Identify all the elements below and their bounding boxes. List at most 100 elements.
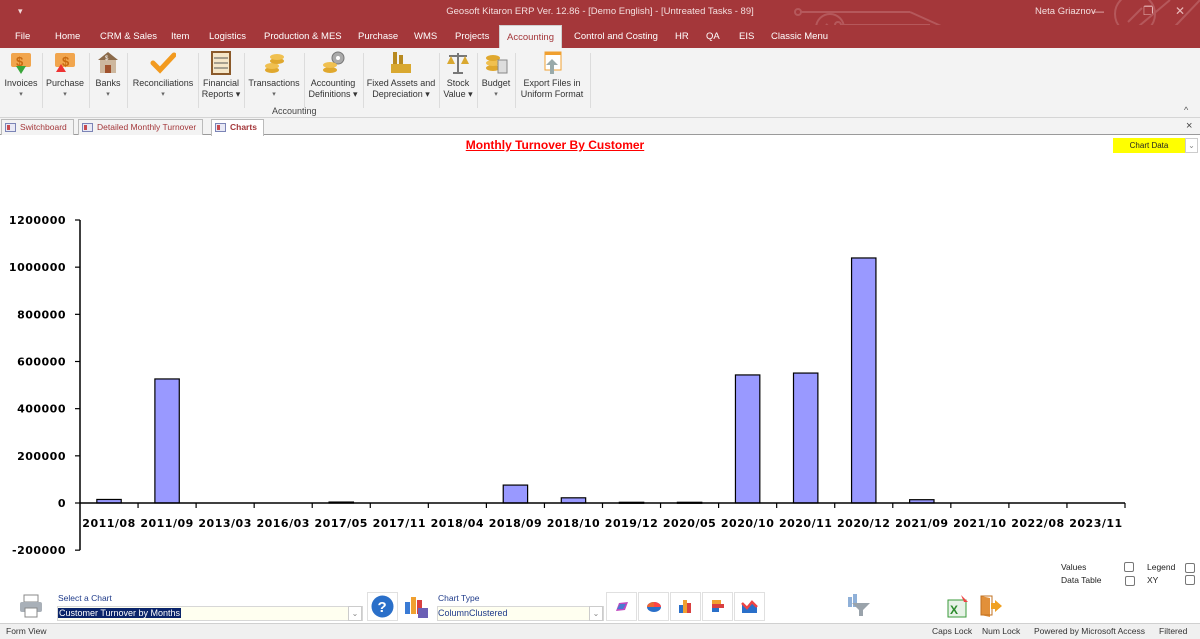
menu-production-mes[interactable]: Production & MES bbox=[264, 25, 342, 48]
y-tick-label: 600000 bbox=[17, 356, 66, 369]
x-tick-label: 2018/09 bbox=[489, 517, 542, 530]
ribbon-separator bbox=[515, 53, 516, 108]
x-tick-label: 2022/08 bbox=[1011, 517, 1064, 530]
y-tick-label: 200000 bbox=[17, 450, 66, 463]
menu-accounting[interactable]: Accounting bbox=[499, 25, 563, 48]
status-caps-lock: Caps Lock bbox=[932, 626, 973, 636]
pie-chart-icon bbox=[647, 602, 661, 612]
menu-classic-menu[interactable]: Classic Menu bbox=[771, 25, 828, 48]
chart-type-column-button[interactable] bbox=[670, 592, 701, 621]
menu-eis[interactable]: EIS bbox=[739, 25, 754, 48]
x-tick-label: 2018/04 bbox=[431, 517, 484, 530]
collapse-ribbon-icon[interactable]: ^ bbox=[1184, 105, 1188, 115]
tab-detailed-monthly-turnover[interactable]: Detailed Monthly Turnover bbox=[78, 119, 204, 135]
select-chart-combo[interactable]: Customer Turnover by Months ⌄ bbox=[57, 606, 363, 621]
help-button[interactable]: ? bbox=[367, 592, 398, 621]
excel-icon: X bbox=[947, 595, 968, 618]
tab-switchboard[interactable]: Switchboard bbox=[1, 119, 74, 135]
menu-control-costing[interactable]: Control and Costing bbox=[574, 25, 658, 48]
x-tick-label: 2020/11 bbox=[779, 517, 832, 530]
chart-data-select[interactable]: Chart Data bbox=[1113, 138, 1185, 153]
reconciliations-button[interactable]: Reconciliations ▾ bbox=[130, 50, 196, 100]
y-tick-label: 1200000 bbox=[9, 214, 66, 227]
svg-text:X: X bbox=[950, 603, 958, 617]
svg-text:$: $ bbox=[62, 54, 70, 69]
x-tick-label: 2021/09 bbox=[895, 517, 948, 530]
x-tick-label: 2016/03 bbox=[256, 517, 309, 530]
accounting-definitions-button[interactable]: Accounting Definitions ▾ bbox=[307, 50, 359, 100]
banks-button[interactable]: $ Banks ▾ bbox=[92, 50, 124, 100]
menu-purchase[interactable]: Purchase bbox=[358, 25, 398, 48]
data-table-checkbox[interactable] bbox=[1125, 576, 1135, 586]
tab-charts[interactable]: Charts bbox=[211, 119, 264, 136]
form-icon bbox=[215, 123, 226, 132]
values-label: Values bbox=[1061, 562, 1087, 572]
menu-home[interactable]: Home bbox=[55, 25, 80, 48]
factory-icon bbox=[388, 50, 414, 76]
legend-checkbox[interactable] bbox=[1185, 563, 1195, 573]
svg-text:?: ? bbox=[378, 599, 387, 616]
financial-reports-button[interactable]: Financial Reports ▾ bbox=[201, 50, 241, 100]
values-checkbox[interactable] bbox=[1124, 562, 1134, 572]
ribbon-separator bbox=[42, 53, 43, 108]
export-files-button[interactable]: Export Files in Uniform Format bbox=[518, 50, 586, 100]
bar-chart-icon bbox=[712, 600, 724, 612]
bar-2020-10 bbox=[734, 374, 761, 504]
bar-2020-12 bbox=[850, 257, 877, 504]
x-tick-label: 2013/03 bbox=[198, 517, 251, 530]
ribbon: $ Invoices ▾ $ Purchase ▾ $ Banks ▾ Reco… bbox=[0, 48, 1200, 118]
3d-chart-icon bbox=[616, 602, 628, 611]
stock-value-button[interactable]: Stock Value ▾ bbox=[442, 50, 474, 100]
menu-file[interactable]: File bbox=[15, 25, 30, 48]
chevron-down-icon[interactable]: ⌄ bbox=[348, 606, 362, 621]
menu-item[interactable]: Item bbox=[171, 25, 189, 48]
print-button[interactable] bbox=[18, 594, 44, 618]
y-tick-label: 0 bbox=[58, 497, 66, 510]
chart-type-area-button[interactable] bbox=[734, 592, 765, 621]
x-tick-label: 2011/08 bbox=[82, 517, 135, 530]
document-tabs: Switchboard Detailed Monthly Turnover Ch… bbox=[0, 118, 1200, 136]
menu-projects[interactable]: Projects bbox=[455, 25, 489, 48]
filter-button[interactable] bbox=[846, 593, 872, 617]
ribbon-separator bbox=[363, 53, 364, 108]
form-icon bbox=[82, 123, 93, 132]
chart-type-pie-button[interactable] bbox=[638, 592, 669, 621]
status-view-mode: Form View bbox=[6, 626, 47, 636]
save-chart-button[interactable] bbox=[403, 594, 429, 618]
menu-crm-sales[interactable]: CRM & Sales bbox=[100, 25, 157, 48]
xy-checkbox[interactable] bbox=[1185, 575, 1195, 585]
checkmark-icon bbox=[150, 50, 177, 76]
chart-type-combo[interactable]: ColumnClustered ⌄ bbox=[437, 606, 604, 621]
form-icon bbox=[5, 123, 16, 132]
abacus-icon bbox=[208, 50, 234, 76]
menu-wms[interactable]: WMS bbox=[414, 25, 437, 48]
export-excel-button[interactable]: X bbox=[946, 594, 970, 618]
y-tick-label: 800000 bbox=[17, 308, 66, 321]
ribbon-separator bbox=[477, 53, 478, 108]
select-chart-label: Select a Chart bbox=[58, 593, 112, 603]
budget-button[interactable]: Budget ▾ bbox=[480, 50, 512, 100]
ribbon-separator bbox=[590, 53, 591, 108]
menu-logistics[interactable]: Logistics bbox=[209, 25, 246, 48]
chevron-down-icon[interactable]: ⌄ bbox=[589, 606, 603, 621]
fixed-assets-button[interactable]: Fixed Assets and Depreciation ▾ bbox=[366, 50, 436, 100]
scale-icon bbox=[445, 50, 471, 76]
close-tab-icon[interactable]: × bbox=[1186, 120, 1192, 132]
x-tick-label: 2019/12 bbox=[605, 517, 658, 530]
x-tick-label: 2020/12 bbox=[837, 517, 890, 530]
xy-label: XY bbox=[1147, 575, 1159, 585]
bar-chart: -200000 0 200000 400000 600000 800000 1000000 1… bbox=[9, 214, 1126, 557]
y-tick-label: 400000 bbox=[17, 403, 66, 416]
chart-type-bar-button[interactable] bbox=[702, 592, 733, 621]
menu-hr[interactable]: HR bbox=[675, 25, 689, 48]
chart-data-dropdown-icon[interactable]: ⌄ bbox=[1185, 138, 1198, 153]
exit-button[interactable] bbox=[978, 594, 1004, 618]
chart-type-3d-button[interactable] bbox=[606, 592, 637, 621]
transactions-button[interactable]: Transactions ▾ bbox=[247, 50, 301, 100]
purchase-button[interactable]: $ Purchase ▾ bbox=[45, 50, 85, 100]
status-bar: Form View Caps Lock Num Lock Powered by … bbox=[0, 623, 1200, 639]
x-tick-label: 2020/10 bbox=[721, 517, 774, 530]
menu-qa[interactable]: QA bbox=[706, 25, 720, 48]
invoices-button[interactable]: $ Invoices ▾ bbox=[3, 50, 39, 100]
ribbon-separator bbox=[244, 53, 245, 108]
